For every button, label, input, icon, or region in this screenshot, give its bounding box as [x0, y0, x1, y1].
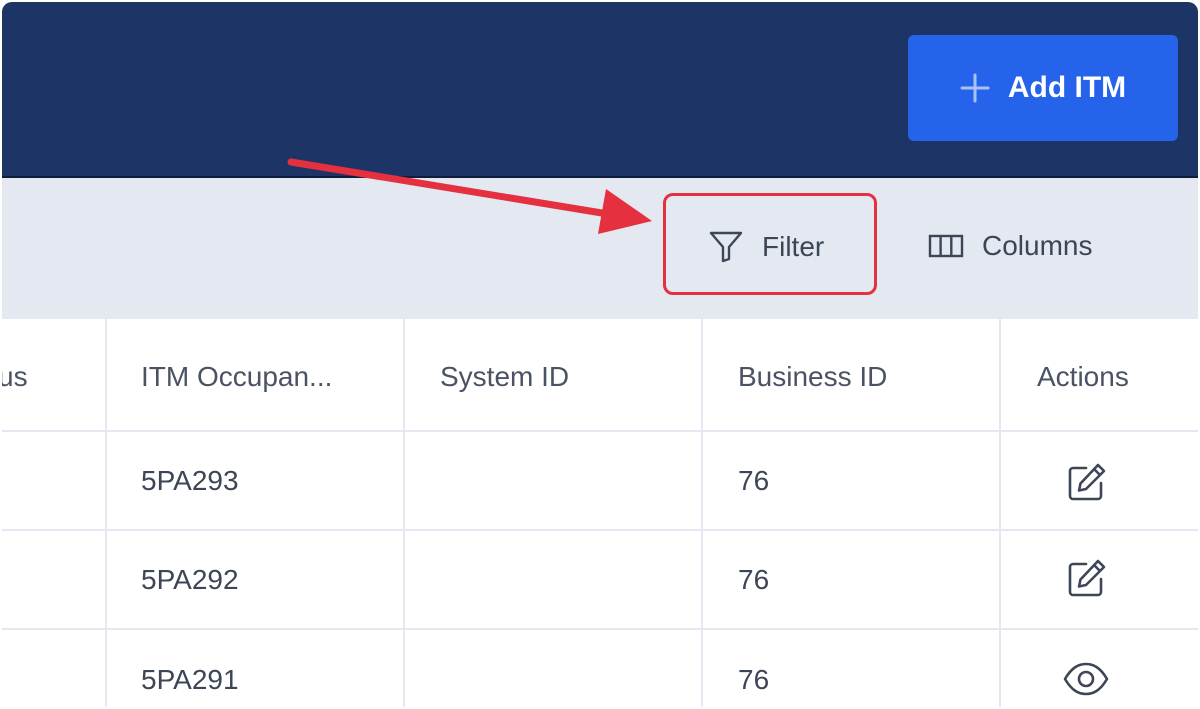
row-divider	[2, 430, 1198, 432]
column-header-status[interactable]: us	[2, 361, 28, 393]
grid-toolbar: Filter Columns	[2, 176, 1198, 321]
plus-icon	[960, 73, 990, 103]
itm-occupant-cell: 5PA293	[141, 465, 239, 496]
row-divider	[2, 628, 1198, 630]
business-id-cell: 76	[738, 564, 770, 595]
page-header: Add ITM	[2, 2, 1198, 176]
column-divider	[105, 319, 107, 707]
columns-button[interactable]: Columns	[928, 230, 1092, 262]
eye-icon[interactable]	[1062, 661, 1110, 697]
column-divider	[999, 319, 1001, 707]
column-divider	[403, 319, 405, 707]
itm-occupant-cell: 5PA291	[141, 664, 239, 695]
column-header-business-id[interactable]: Business ID	[738, 361, 887, 393]
edit-icon[interactable]	[1064, 557, 1108, 601]
add-itm-label: Add ITM	[1007, 71, 1127, 104]
business-id-cell: 76	[738, 664, 770, 695]
business-id-cell: 76	[738, 465, 770, 496]
row-divider	[2, 529, 1198, 531]
itm-occupant-cell: 5PA292	[141, 564, 239, 595]
app-window: Add ITM Filter Columns us ITM Occupan...…	[2, 2, 1198, 707]
data-grid: us ITM Occupan... System ID Business ID …	[2, 319, 1198, 707]
column-header-itm-occupant[interactable]: ITM Occupan...	[141, 361, 332, 393]
edit-icon[interactable]	[1064, 461, 1108, 505]
column-header-actions: Actions	[1037, 361, 1129, 392]
column-header-system-id[interactable]: System ID	[440, 361, 569, 393]
annotation-highlight-box	[663, 193, 877, 295]
columns-label: Columns	[982, 230, 1093, 261]
column-divider	[701, 319, 703, 707]
add-itm-button[interactable]: Add ITM	[908, 35, 1178, 141]
columns-icon	[928, 234, 964, 258]
